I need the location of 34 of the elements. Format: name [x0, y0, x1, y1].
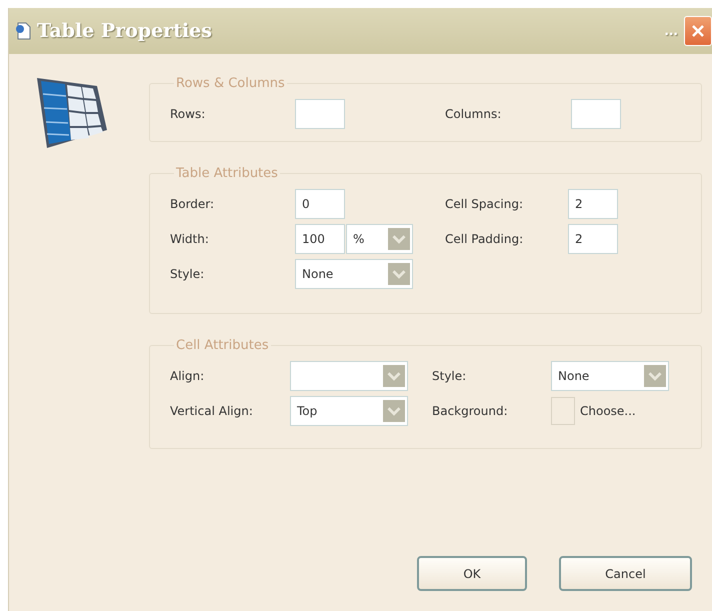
input-field[interactable]: 0 [295, 189, 345, 219]
dropdown[interactable]: Top [290, 396, 408, 426]
field-label: Border: [170, 197, 216, 211]
unit-dropdown[interactable]: % [346, 224, 413, 254]
window-title: Table Properties [37, 20, 213, 42]
title-ellipsis: ... [664, 24, 678, 38]
field-label: Columns: [445, 107, 502, 121]
page-icon [15, 22, 31, 40]
input-field[interactable]: 2 [568, 224, 618, 254]
field-label: Style: [432, 369, 468, 383]
input-field[interactable]: 100 [295, 224, 345, 254]
group-title: Table Attributes [175, 166, 279, 181]
input-field[interactable]: 2 [568, 189, 618, 219]
group-title: Rows & Columns [175, 76, 286, 91]
dialog-button[interactable]: Cancel [559, 556, 692, 591]
field-label: Width: [170, 232, 210, 246]
input-field[interactable] [295, 99, 345, 129]
field-label: Vertical Align: [170, 404, 254, 418]
field-label: Cell Spacing: [445, 197, 524, 211]
field-label: Background: [432, 404, 509, 418]
field-label: Align: [170, 369, 206, 383]
close-icon [691, 24, 705, 38]
color-swatch[interactable] [551, 397, 575, 425]
dropdown[interactable]: None [295, 259, 413, 289]
input-field[interactable] [571, 99, 621, 129]
field-label: Rows: [170, 107, 206, 121]
field-label: Cell Padding: [445, 232, 524, 246]
dialog-button[interactable]: OK [417, 556, 527, 591]
dropdown[interactable] [290, 361, 408, 391]
choose-link[interactable]: Choose... [580, 404, 636, 418]
close-button[interactable] [684, 16, 712, 46]
field-label: Style: [170, 267, 206, 281]
dropdown[interactable]: None [551, 361, 669, 391]
group-title: Cell Attributes [175, 338, 270, 353]
